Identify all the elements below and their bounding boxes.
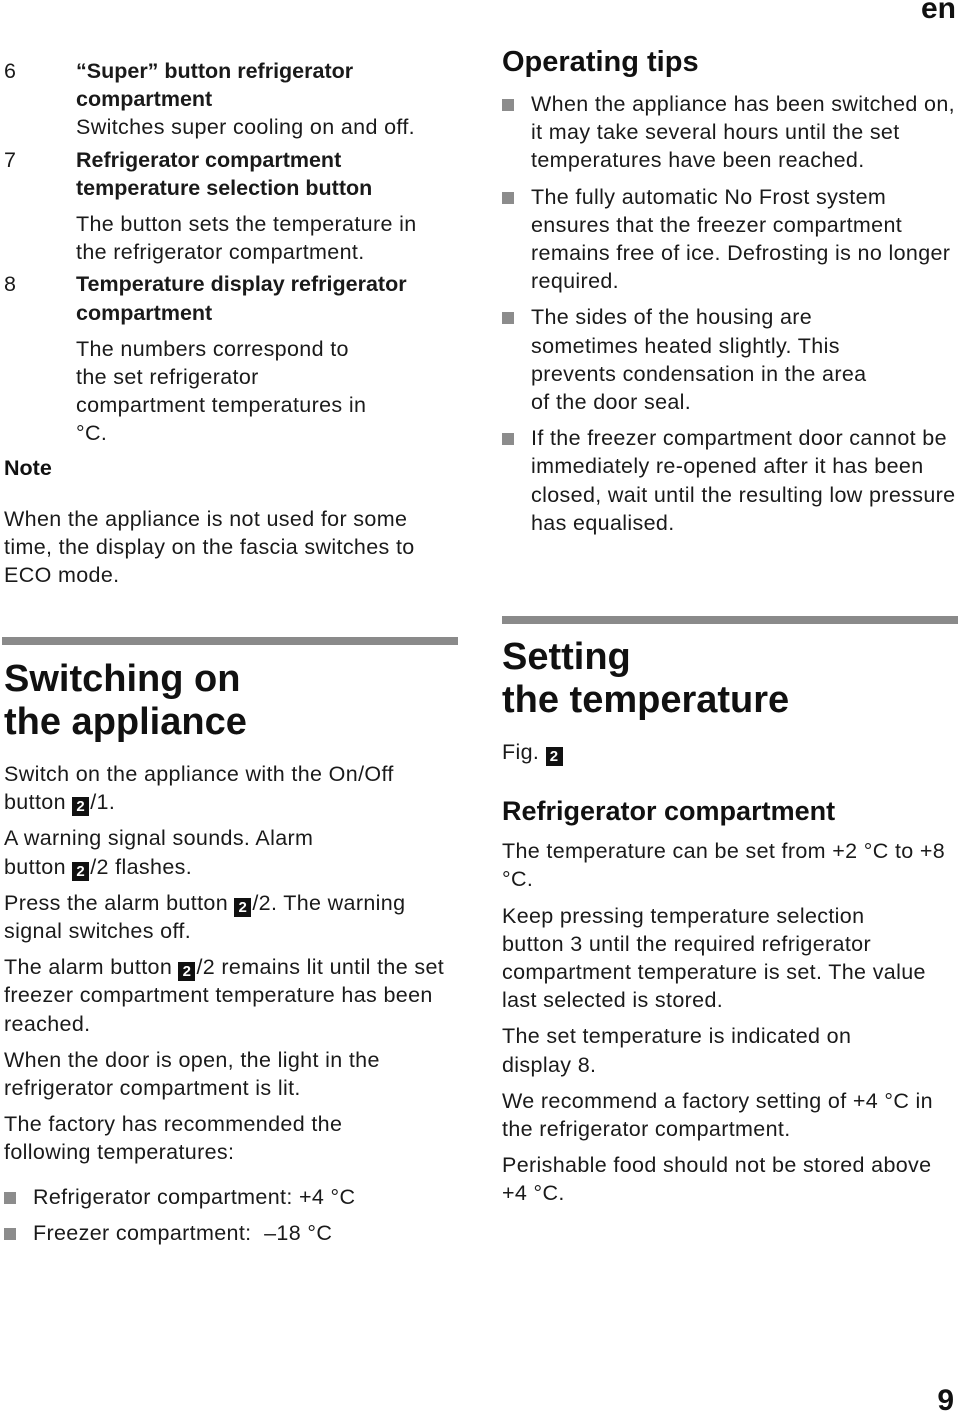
definition-number: 6	[4, 59, 17, 83]
definition-number: 7	[4, 147, 17, 172]
section-divider	[2, 637, 458, 645]
text: The alarm button	[4, 955, 179, 980]
list-item: The fully automatic No Frost system ensu…	[502, 183, 958, 296]
definition-number: 8	[4, 272, 17, 297]
operating-tips-list: When the appliance has been switched on,…	[502, 90, 958, 537]
section-heading: Switching on the appliance	[4, 658, 462, 744]
bullet-icon	[502, 433, 514, 446]
list-item: Refrigerator compartment: +4 °C	[4, 1183, 462, 1211]
paragraph: A warning signal sounds. Alarm button 2/…	[4, 824, 364, 881]
figure-reference-badge: 2	[72, 861, 90, 881]
note-label: Note	[4, 456, 52, 480]
list-item-text: Freezer compartment: –18 °C	[33, 1220, 333, 1245]
list-item: The sides of the housing are sometimes h…	[502, 303, 958, 416]
setting-temperature-section: Setting the temperature Fig. 2 Refrigera…	[502, 636, 958, 1216]
bullet-icon	[4, 1191, 16, 1204]
language-label: en	[920, 0, 956, 25]
list-item: Freezer compartment: –18 °C	[4, 1219, 462, 1247]
bullet-icon	[4, 1227, 16, 1240]
list-item-text: The sides of the housing are sometimes h…	[531, 305, 867, 415]
text: Press the alarm button	[4, 890, 235, 915]
definition-title: Temperature display refrigerator compart…	[76, 272, 407, 325]
paragraph: The set temperature is indicated on disp…	[502, 1024, 852, 1077]
operating-tips-section: Operating tips When the appliance has be…	[502, 45, 958, 545]
text: Switch on the appliance with the On/Off …	[4, 762, 394, 815]
figure-reference-badge: 2	[234, 897, 252, 917]
heading-line: the temperature	[502, 679, 790, 721]
figure-reference-badge: 2	[545, 747, 563, 766]
definition-desc: The numbers correspond to the set refrig…	[76, 336, 367, 446]
figure-reference: Fig. 2	[502, 738, 958, 766]
section-heading: Operating tips	[502, 46, 699, 78]
switching-on-section: Switching on the appliance Switch on the…	[4, 658, 462, 1255]
definition-title: “Super” button refrigerator compartment	[76, 59, 354, 112]
page-number: 9	[937, 1384, 954, 1417]
paragraph: Press the alarm button 2/2. The warning …	[4, 889, 459, 945]
definition-item-8: 8 Temperature display refrigerator compa…	[4, 270, 462, 447]
note-text: When the appliance is not used for some …	[4, 507, 415, 588]
heading-line: the appliance	[4, 701, 247, 743]
paragraph: We recommend a factory setting of +4 °C …	[502, 1088, 933, 1142]
definition-desc: Switches super cooling on and off.	[76, 115, 415, 140]
definition-title: Refrigerator compartment temperature sel…	[76, 147, 373, 200]
section-divider	[502, 616, 958, 624]
text: /2 flashes.	[90, 854, 193, 879]
list-item-text: If the freezer compartment door cannot b…	[531, 426, 956, 535]
definition-item-7: 7 Refrigerator compartment temperature s…	[4, 146, 462, 267]
list-item-text: The fully automatic No Frost system ensu…	[531, 184, 951, 294]
bullet-icon	[502, 312, 514, 325]
list-item-text: Refrigerator compartment: +4 °C	[33, 1184, 356, 1209]
definition-item-6: 6 “Super” button refrigerator compartmen…	[4, 57, 462, 142]
bullet-icon	[502, 191, 514, 204]
paragraph: When the door is open, the light in the …	[4, 1047, 380, 1101]
paragraph: Perishable food should not be stored abo…	[502, 1153, 932, 1206]
heading-line: Setting	[502, 636, 631, 678]
heading-line: Switching on	[4, 658, 241, 700]
figure-reference-badge: 2	[72, 797, 90, 817]
paragraph: Switch on the appliance with the On/Off …	[4, 760, 454, 817]
text: Fig.	[502, 740, 546, 764]
list-item: When the appliance has been switched on,…	[502, 90, 958, 175]
text: /1.	[90, 790, 116, 815]
paragraph: The alarm button 2/2 remains lit until t…	[4, 953, 459, 1038]
section-heading: Setting the temperature	[502, 636, 958, 722]
sub-heading: Refrigerator compartment	[502, 796, 836, 827]
list-item-text: When the appliance has been switched on,…	[531, 92, 955, 173]
bullet-icon	[502, 99, 514, 111]
definition-desc: The button sets the temperature in the r…	[76, 212, 417, 265]
paragraph: The temperature can be set from +2 °C to…	[502, 839, 946, 892]
left-column: 6 “Super” button refrigerator compartmen…	[4, 57, 462, 448]
recommended-temperatures-list: Refrigerator compartment: +4 °C Freezer …	[4, 1183, 462, 1247]
paragraph: The factory has recommended the followin…	[4, 1112, 343, 1165]
figure-reference-badge: 2	[178, 962, 196, 982]
paragraph: Keep pressing temperature selection butt…	[502, 903, 926, 1013]
definition-list: 6 “Super” button refrigerator compartmen…	[4, 57, 462, 448]
list-item: If the freezer compartment door cannot b…	[502, 424, 958, 537]
